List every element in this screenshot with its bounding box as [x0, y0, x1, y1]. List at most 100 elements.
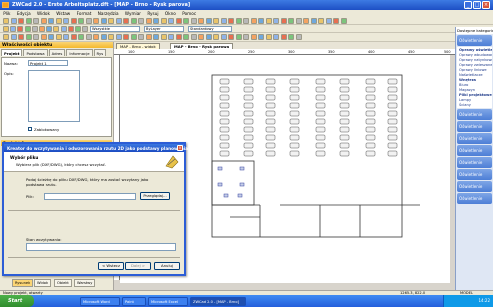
next-button[interactable]: Dalej > — [125, 262, 151, 270]
toolbar-button[interactable] — [295, 34, 302, 40]
toolbar-button[interactable] — [265, 18, 272, 24]
toolbar-button[interactable] — [190, 34, 197, 40]
taskbar-item[interactable]: Microsoft Excel — [148, 296, 188, 306]
catalog-item[interactable]: Oprawy zwieszane — [457, 62, 492, 67]
toolbar-button[interactable] — [60, 26, 67, 32]
category-bar[interactable]: Oświetlenie — [457, 133, 492, 144]
toolbar-button[interactable] — [153, 34, 159, 40]
toolbar-button[interactable] — [33, 34, 39, 40]
toolbar-button[interactable] — [25, 34, 32, 40]
toolbar-button[interactable] — [40, 34, 47, 40]
menu-item[interactable]: Rysuj — [144, 10, 162, 17]
toolbar-button[interactable] — [190, 18, 197, 24]
toolbar-button[interactable] — [63, 34, 69, 40]
toolbar-button[interactable] — [93, 18, 99, 24]
toolbar-button[interactable] — [33, 18, 39, 24]
category-bar[interactable]: Oświetlenie — [457, 35, 492, 46]
toolbar-button[interactable] — [93, 34, 99, 40]
toolbar-button[interactable] — [228, 18, 234, 24]
toolbar-button[interactable] — [235, 34, 242, 40]
toolbar-button[interactable] — [145, 18, 152, 24]
toolbar-button[interactable] — [160, 18, 167, 24]
toolbar-button[interactable] — [70, 34, 77, 40]
toolbar-button[interactable] — [220, 18, 227, 24]
toolbar-button[interactable] — [115, 34, 122, 40]
toolbar-button[interactable] — [310, 18, 317, 24]
category-bar[interactable]: Oświetlenie — [457, 145, 492, 156]
toolbar-button[interactable] — [280, 18, 287, 24]
taskbar-item[interactable]: Microsoft Word — [80, 296, 120, 306]
toolbar-button[interactable] — [295, 18, 302, 24]
toolbar-button[interactable] — [213, 18, 219, 24]
catalog-item[interactable]: Oprawy liniowe — [457, 67, 492, 72]
toolbar-button[interactable] — [123, 34, 129, 40]
start-button[interactable]: Start — [0, 295, 34, 307]
toolbar-button[interactable] — [55, 18, 62, 24]
toolbar-button[interactable] — [175, 18, 182, 24]
toolbar-button[interactable] — [75, 26, 81, 32]
toolbar-button[interactable] — [243, 34, 249, 40]
toolbar-button[interactable] — [168, 18, 174, 24]
toolbar-button[interactable] — [10, 26, 17, 32]
category-bar[interactable]: Oświetlenie — [457, 109, 492, 120]
toolbar-button[interactable] — [123, 18, 129, 24]
toolbar-button[interactable] — [25, 18, 32, 24]
scale-combo[interactable]: Standardowy — [188, 26, 232, 32]
toolbar-button[interactable] — [10, 34, 17, 40]
toolbar-button[interactable] — [40, 18, 47, 24]
browse-button[interactable]: Przeglądaj... — [140, 192, 170, 200]
close-button[interactable]: × — [482, 1, 490, 9]
locked-checkbox[interactable] — [28, 127, 32, 131]
toolbar-button[interactable] — [183, 34, 189, 40]
taskbar-item[interactable]: Paint — [122, 296, 146, 306]
toolbar-button[interactable] — [70, 18, 77, 24]
toolbar-button[interactable] — [85, 18, 92, 24]
toolbar-button[interactable] — [273, 18, 279, 24]
toolbar-button[interactable] — [3, 26, 9, 32]
toolbar-button[interactable] — [160, 34, 167, 40]
description-field[interactable] — [28, 70, 80, 122]
tab-obiekt[interactable]: Obiekt — [54, 279, 72, 287]
toolbar-button[interactable] — [318, 18, 324, 24]
style-combo[interactable]: ByLayer — [144, 26, 184, 32]
menu-item[interactable]: Wymiar — [122, 10, 144, 17]
tab-rysunek[interactable]: Rysunek — [12, 279, 34, 287]
toolbar-button[interactable] — [168, 34, 174, 40]
maximize-button[interactable]: □ — [473, 1, 481, 9]
toolbar-button[interactable] — [108, 34, 114, 40]
toolbar-button[interactable] — [53, 26, 60, 32]
catalog-item[interactable]: Ściany — [457, 102, 492, 107]
toolbar-button[interactable] — [213, 34, 219, 40]
toolbar-button[interactable] — [340, 18, 347, 24]
toolbar-button[interactable] — [265, 34, 272, 40]
toolbar-button[interactable] — [78, 34, 84, 40]
menu-item[interactable]: Wstaw — [53, 10, 73, 17]
toolbar-button[interactable] — [3, 34, 9, 40]
file-path-input[interactable] — [44, 193, 136, 200]
toolbar-button[interactable] — [31, 26, 38, 32]
toolbar-button[interactable] — [175, 34, 182, 40]
toolbar-button[interactable] — [78, 18, 84, 24]
toolbar-button[interactable] — [243, 18, 249, 24]
toolbar-button[interactable] — [46, 26, 53, 32]
toolbar-button[interactable] — [39, 26, 45, 32]
dialog-close-button[interactable]: × — [177, 145, 183, 151]
category-bar[interactable]: Oświetlenie — [457, 121, 492, 132]
category-bar[interactable]: Oświetlenie — [457, 157, 492, 168]
tab-projekt[interactable]: Projekt — [1, 49, 23, 56]
menu-item[interactable]: Okno — [162, 10, 179, 17]
minimize-button[interactable]: _ — [464, 1, 472, 9]
toolbar-button[interactable] — [325, 18, 332, 24]
toolbar-button[interactable] — [235, 18, 242, 24]
tab-informacje[interactable]: Informacje — [66, 49, 93, 56]
menu-item[interactable]: Edycja — [14, 10, 34, 17]
toolbar-button[interactable] — [198, 18, 204, 24]
toolbar-button[interactable] — [138, 34, 144, 40]
toolbar-button[interactable] — [138, 18, 144, 24]
toolbar-button[interactable] — [67, 26, 74, 32]
toolbar-button[interactable] — [288, 34, 294, 40]
tab-rys[interactable]: Rys — [93, 49, 107, 56]
name-field[interactable]: Projekt 1 — [28, 60, 68, 66]
toolbar-button[interactable] — [220, 34, 227, 40]
menu-item[interactable]: Plik — [0, 10, 14, 17]
